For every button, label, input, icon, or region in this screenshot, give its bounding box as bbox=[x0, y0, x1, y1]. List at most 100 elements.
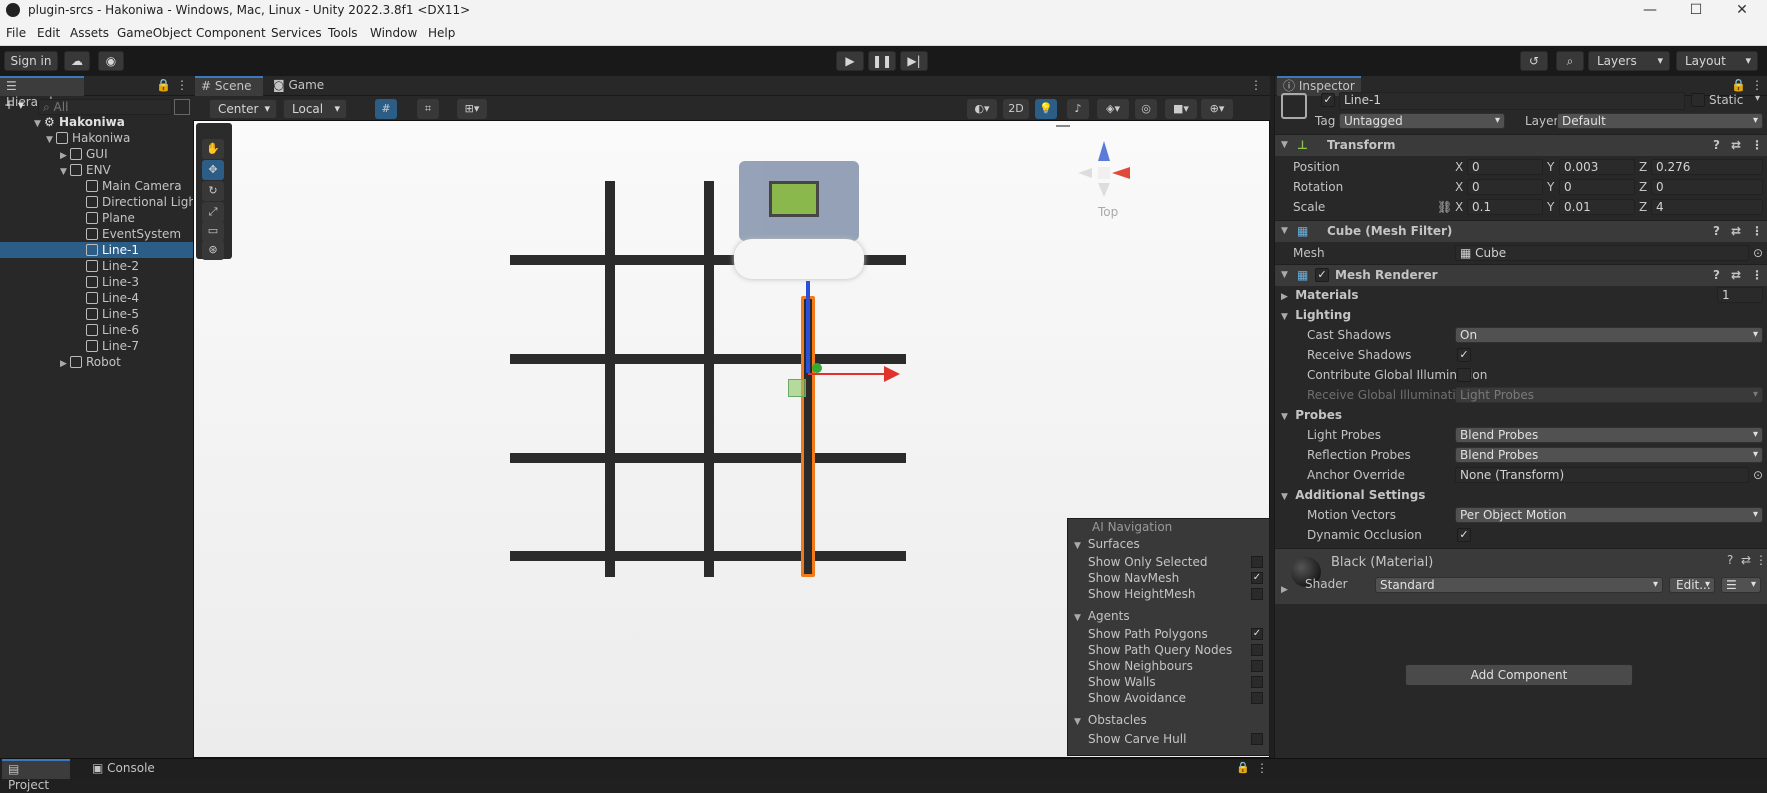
scale-y-field[interactable]: 0.01 bbox=[1559, 199, 1635, 215]
tab-hierarchy[interactable]: ☰ Hierarchy bbox=[0, 76, 84, 109]
surfaces-section[interactable]: ▼ Surfaces bbox=[1068, 536, 1271, 552]
move-gizmo-y-axis[interactable] bbox=[806, 281, 810, 373]
show-heightmesh-checkbox[interactable] bbox=[1251, 588, 1263, 600]
anchor-override-field[interactable]: None (Transform) bbox=[1455, 467, 1749, 483]
layout-dropdown[interactable]: Layout bbox=[1676, 51, 1758, 71]
draw-mode-icon[interactable]: ◐▾ bbox=[967, 99, 997, 119]
show-path-query-nodes-checkbox[interactable] bbox=[1251, 644, 1263, 656]
transform-header[interactable]: ▼ ⊥ Transform ? ⇄ ⋮ bbox=[1275, 134, 1767, 156]
list-item-selected[interactable]: Line-1 bbox=[0, 242, 193, 258]
kebab-menu-icon[interactable]: ⋮ bbox=[1250, 78, 1262, 92]
menu-gameobject[interactable]: GameObject bbox=[117, 26, 192, 40]
position-z-field[interactable]: 0.276 bbox=[1651, 159, 1763, 175]
contribute-gi-checkbox[interactable] bbox=[1457, 368, 1471, 382]
show-neighbours-checkbox[interactable] bbox=[1251, 660, 1263, 672]
material-foldout-icon[interactable]: ▶ bbox=[1281, 585, 1288, 595]
mesh-renderer-header[interactable]: ▼ ▦ ✓ Mesh Renderer ? ⇄ ⋮ bbox=[1275, 264, 1767, 286]
lighting-foldout[interactable]: ▼ Lighting bbox=[1281, 306, 1351, 324]
list-item[interactable]: Line-5 bbox=[0, 306, 193, 322]
list-item[interactable]: Main Camera bbox=[0, 178, 193, 194]
lock-icon[interactable]: 🔒 bbox=[156, 78, 171, 92]
kebab-menu-icon[interactable]: ⋮ bbox=[1751, 78, 1763, 92]
list-item[interactable]: ▶ GUI bbox=[0, 146, 193, 162]
robot-model[interactable] bbox=[739, 161, 859, 241]
rotation-z-field[interactable]: 0 bbox=[1651, 179, 1763, 195]
help-icon[interactable]: ? bbox=[1713, 221, 1720, 241]
materials-count-field[interactable]: 1 bbox=[1717, 287, 1763, 303]
move-gizmo-x-arrow[interactable] bbox=[884, 366, 900, 382]
rotation-y-field[interactable]: 0 bbox=[1559, 179, 1635, 195]
move-gizmo-x-axis[interactable] bbox=[808, 373, 888, 375]
scale-x-field[interactable]: 0.1 bbox=[1467, 199, 1543, 215]
list-item[interactable]: Line-3 bbox=[0, 274, 193, 290]
line-vertical[interactable] bbox=[605, 181, 615, 577]
object-picker-icon[interactable]: ⊙ bbox=[1753, 466, 1763, 484]
lock-icon[interactable]: 🔒 bbox=[1236, 761, 1250, 774]
effects-icon[interactable]: ◈▾ bbox=[1097, 99, 1129, 119]
show-walls-row[interactable]: Show Walls bbox=[1068, 674, 1271, 690]
menu-edit[interactable]: Edit bbox=[37, 26, 60, 40]
menu-file[interactable]: File bbox=[6, 26, 26, 40]
show-only-selected-checkbox[interactable] bbox=[1251, 556, 1263, 568]
kebab-menu-icon[interactable]: ⋮ bbox=[176, 78, 188, 92]
presets-icon[interactable]: ⇄ bbox=[1741, 553, 1751, 567]
cast-shadows-dropdown[interactable]: On bbox=[1455, 327, 1763, 343]
menu-tools[interactable]: Tools bbox=[328, 26, 358, 40]
presets-icon[interactable]: ⇄ bbox=[1731, 221, 1741, 241]
additional-settings-foldout[interactable]: ▼ Additional Settings bbox=[1281, 486, 1425, 504]
pause-button[interactable]: ❚❚ bbox=[868, 51, 896, 71]
gizmos-icon[interactable]: ⊕▾ bbox=[1201, 99, 1233, 119]
list-item[interactable]: ▼ ENV bbox=[0, 162, 193, 178]
menu-services[interactable]: Services bbox=[271, 26, 322, 40]
collab-icon[interactable]: ◉ bbox=[98, 51, 124, 71]
sign-in-button[interactable]: Sign in bbox=[4, 51, 58, 71]
tag-dropdown[interactable]: Untagged bbox=[1339, 113, 1505, 129]
move-gizmo-plane[interactable] bbox=[788, 379, 806, 397]
rotation-x-field[interactable]: 0 bbox=[1467, 179, 1543, 195]
menu-component[interactable]: Component bbox=[196, 26, 266, 40]
orientation-gizmo[interactable] bbox=[1074, 141, 1134, 201]
presets-icon[interactable]: ⇄ bbox=[1731, 265, 1741, 285]
shader-edit-button[interactable]: Edit... bbox=[1669, 577, 1715, 593]
history-icon[interactable]: ↺ bbox=[1520, 51, 1548, 71]
tab-console[interactable]: ▣ Console bbox=[86, 759, 162, 779]
show-avoidance-row[interactable]: Show Avoidance bbox=[1068, 690, 1271, 706]
hand-tool-icon[interactable]: ✋ bbox=[202, 139, 224, 159]
visibility-icon[interactable]: ◎ bbox=[1135, 99, 1157, 119]
hierarchy-scene-row[interactable]: ▼ ⚙ Hakoniwa bbox=[0, 114, 193, 130]
reflection-probes-dropdown[interactable]: Blend Probes bbox=[1455, 447, 1763, 463]
mesh-filter-header[interactable]: ▼ ▦ Cube (Mesh Filter) ? ⇄ ⋮ bbox=[1275, 220, 1767, 242]
kebab-menu-icon[interactable]: ⋮ bbox=[1256, 761, 1268, 775]
component-menu-icon[interactable]: ⋮ bbox=[1755, 553, 1767, 567]
align-icon[interactable]: ⊞▾ bbox=[457, 99, 487, 119]
help-icon[interactable]: ? bbox=[1713, 265, 1720, 285]
mesh-renderer-enabled-checkbox[interactable]: ✓ bbox=[1315, 268, 1329, 282]
show-only-selected-row[interactable]: Show Only Selected bbox=[1068, 554, 1271, 570]
menu-assets[interactable]: Assets bbox=[70, 26, 109, 40]
position-x-field[interactable]: 0 bbox=[1467, 159, 1543, 175]
show-path-polygons-row[interactable]: Show Path Polygons ✓ bbox=[1068, 626, 1271, 642]
tab-game[interactable]: ◙ Game bbox=[267, 76, 331, 96]
list-item[interactable]: Directional Ligh bbox=[0, 194, 193, 210]
probes-foldout[interactable]: ▼ Probes bbox=[1281, 406, 1342, 424]
hierarchy-search-input[interactable]: ⌕ All bbox=[38, 99, 172, 115]
object-picker-icon[interactable]: ⊙ bbox=[1753, 244, 1763, 262]
show-navmesh-row[interactable]: Show NavMesh ✓ bbox=[1068, 570, 1271, 586]
layer-dropdown[interactable]: Default bbox=[1557, 113, 1763, 129]
component-menu-icon[interactable]: ⋮ bbox=[1751, 221, 1763, 241]
space-dropdown[interactable]: Local bbox=[283, 99, 347, 119]
menu-window[interactable]: Window bbox=[370, 26, 417, 40]
play-button[interactable]: ▶ bbox=[836, 51, 864, 71]
pivot-dropdown[interactable]: Center bbox=[209, 99, 277, 119]
list-item[interactable]: ▼ Hakoniwa bbox=[0, 130, 193, 146]
move-gizmo-center[interactable] bbox=[812, 363, 822, 373]
show-heightmesh-row[interactable]: Show HeightMesh bbox=[1068, 586, 1271, 602]
list-item[interactable]: Plane bbox=[0, 210, 193, 226]
tab-project[interactable]: ▤ Project bbox=[2, 759, 70, 792]
shader-options-icon[interactable]: ☰ bbox=[1721, 577, 1761, 593]
list-item[interactable]: Line-7 bbox=[0, 338, 193, 354]
minimize-icon[interactable]: — bbox=[1627, 0, 1673, 22]
add-component-button[interactable]: Add Component bbox=[1405, 664, 1633, 686]
help-icon[interactable]: ? bbox=[1713, 135, 1720, 155]
link-icon[interactable]: ⛓ bbox=[1437, 198, 1452, 216]
